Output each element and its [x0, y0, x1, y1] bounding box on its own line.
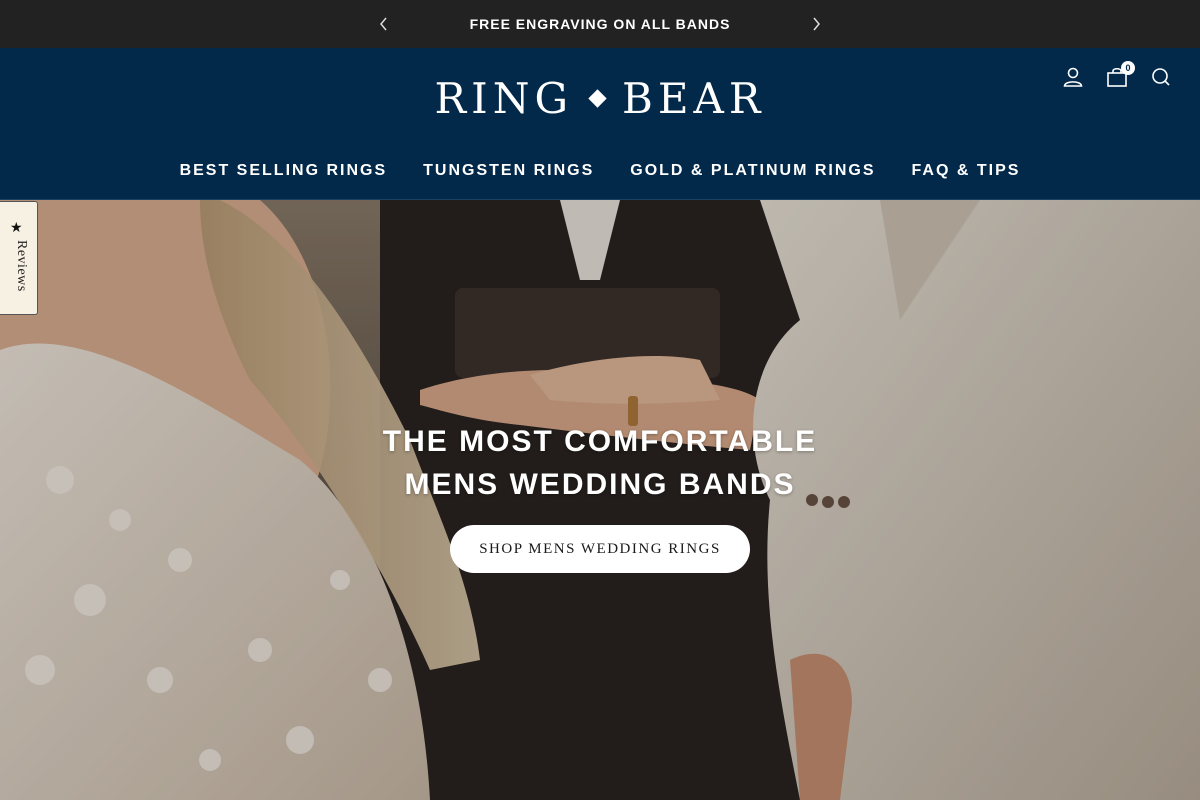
nav-tungsten-rings[interactable]: TUNGSTEN RINGS — [423, 158, 594, 184]
nav-best-selling-rings[interactable]: BEST SELLING RINGS — [180, 158, 388, 184]
logo-text-left: RING — [434, 74, 574, 123]
hero-title-line2: MENS WEDDING BANDS — [404, 468, 796, 501]
star-icon: ★ — [10, 219, 23, 235]
hero-title: THE MOST COMFORTABLE MENS WEDDING BANDS — [0, 420, 1200, 506]
site-header: RING BEAR 0 BEST SELLING RINGS TUNGSTEN … — [0, 48, 1200, 200]
chevron-right-icon — [813, 17, 820, 31]
account-icon — [1063, 67, 1083, 87]
announcement-bar: FREE ENGRAVING ON ALL BANDS — [0, 0, 1200, 48]
reviews-tab-label: Reviews — [14, 240, 29, 292]
announcement-next-button[interactable] — [806, 14, 826, 34]
hero-title-line1: THE MOST COMFORTABLE — [382, 425, 818, 458]
logo-text-right: BEAR — [622, 74, 766, 123]
nav-gold-platinum-rings[interactable]: GOLD & PLATINUM RINGS — [630, 158, 875, 184]
diamond-icon — [588, 89, 607, 108]
search-icon — [1152, 68, 1170, 86]
reviews-tab[interactable]: ★ Reviews — [0, 201, 38, 315]
cart-count-badge: 0 — [1121, 61, 1135, 75]
hero-banner: THE MOST COMFORTABLE MENS WEDDING BANDS … — [0, 200, 1200, 800]
header-icons: 0 — [1062, 61, 1172, 90]
cart-button[interactable]: 0 — [1106, 61, 1135, 90]
shop-mens-wedding-rings-button[interactable]: SHOP MENS WEDDING RINGS — [450, 525, 750, 573]
search-button[interactable] — [1150, 66, 1172, 90]
announcement-text: FREE ENGRAVING ON ALL BANDS — [469, 16, 731, 32]
main-nav: BEST SELLING RINGS TUNGSTEN RINGS GOLD &… — [0, 158, 1200, 184]
account-button[interactable] — [1062, 66, 1084, 90]
site-logo[interactable]: RING BEAR — [0, 74, 1200, 130]
nav-faq-tips[interactable]: FAQ & TIPS — [912, 158, 1021, 184]
